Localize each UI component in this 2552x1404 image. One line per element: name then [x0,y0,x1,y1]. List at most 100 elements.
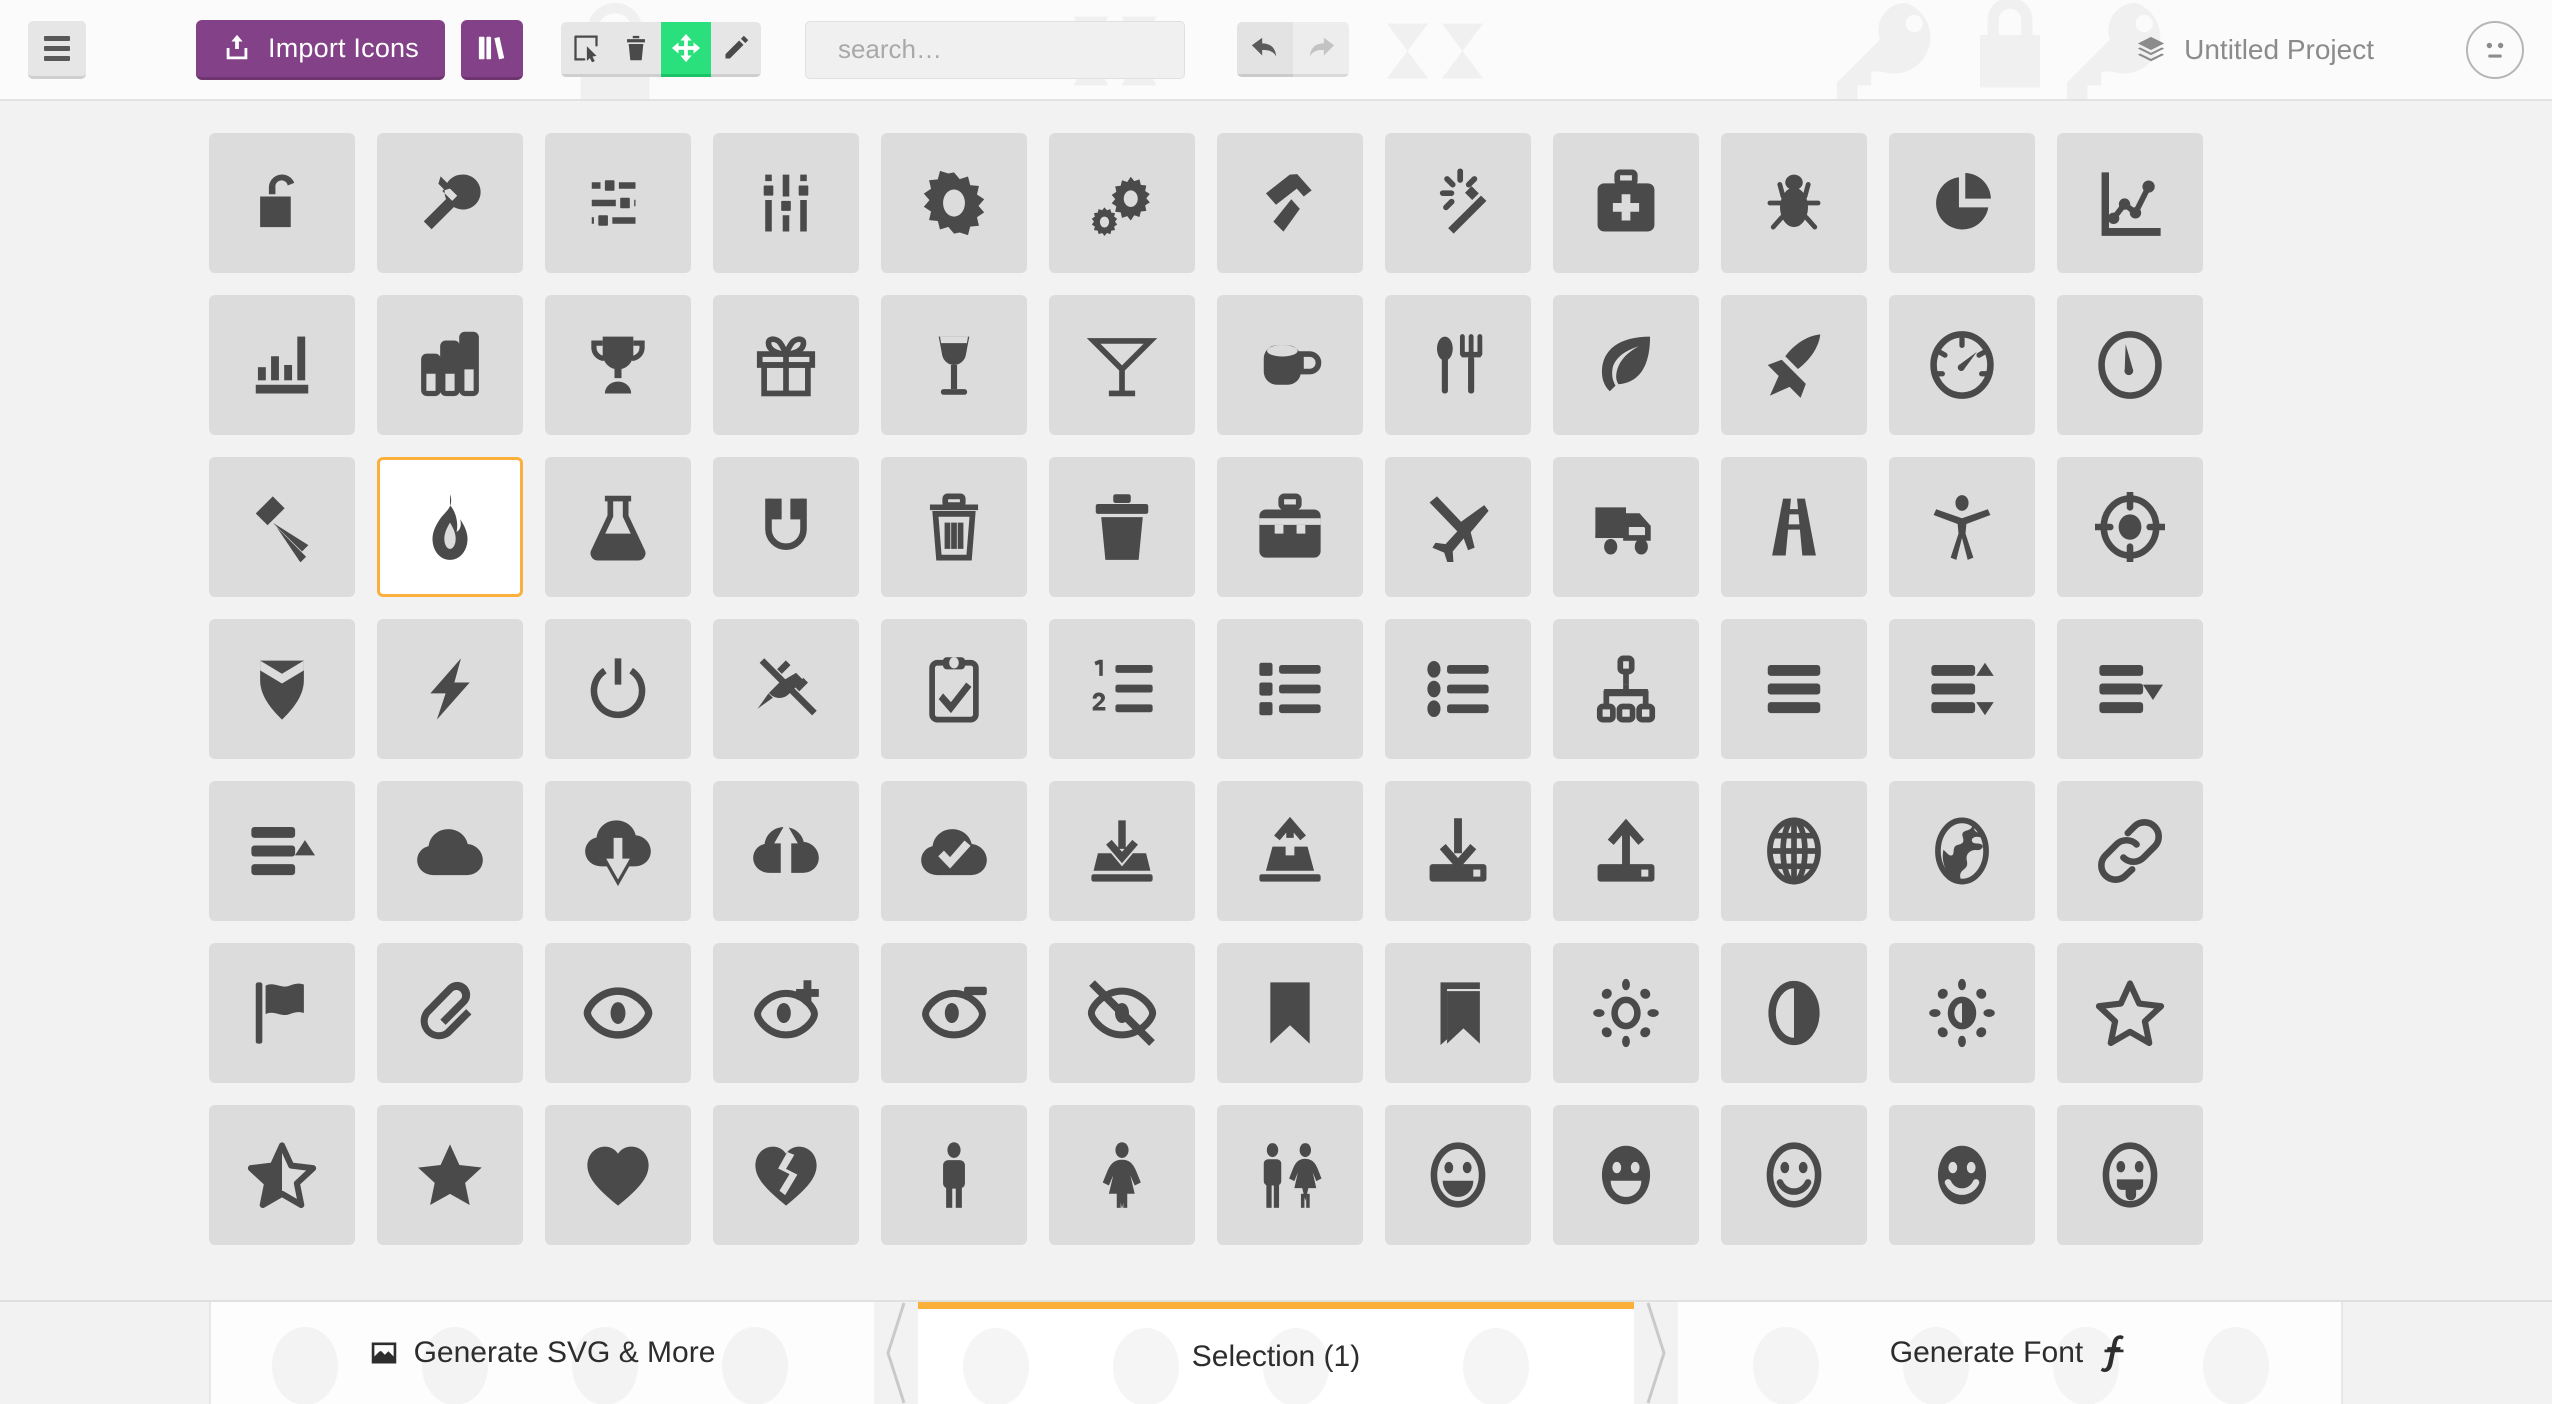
icon-cell-shield[interactable] [209,619,355,759]
icon-library-button[interactable] [460,19,523,80]
icon-cell-magic-wand[interactable] [1385,133,1531,273]
icon-cell-list-2[interactable] [1385,619,1531,759]
icon-cell-power-bolt[interactable] [377,619,523,759]
icon-cell-tongue[interactable] [2057,1105,2203,1245]
icon-cell-sort[interactable] [1889,619,2035,759]
icon-cell-smile-filled[interactable] [1889,1105,2035,1245]
icon-cell-wine-glass[interactable] [881,295,1027,435]
icon-cell-bar-chart-2[interactable] [377,295,523,435]
icon-cell-meter-2[interactable] [2057,295,2203,435]
icon-cell-target[interactable] [2057,457,2203,597]
icon-cell-inbox-download[interactable] [1049,781,1195,921]
icon-cell-magnet[interactable] [713,457,859,597]
icon-cell-eye-blocked[interactable] [1049,943,1195,1083]
icon-cell-download[interactable] [1385,781,1531,921]
icon-cell-cocktail-glass[interactable] [1049,295,1195,435]
icon-cell-accessibility[interactable] [1889,457,2035,597]
icon-cell-eye-minus[interactable] [881,943,1027,1083]
icon-cell-trophy[interactable] [545,295,691,435]
icon-cell-list[interactable] [1217,619,1363,759]
redo-button[interactable] [1292,22,1349,77]
icon-cell-cloud[interactable] [377,781,523,921]
icon-cell-wrench[interactable] [377,133,523,273]
icon-cell-smile[interactable] [1721,1105,1867,1245]
search-box[interactable] [804,20,1185,79]
icon-cell-bookmarks[interactable] [1385,943,1531,1083]
icon-cell-bookmark[interactable] [1217,943,1363,1083]
icon-cell-flag[interactable] [209,943,355,1083]
icon-cell-heart-broken[interactable] [713,1105,859,1245]
menu-button[interactable] [28,20,86,79]
icon-cell-power-cord[interactable] [713,619,859,759]
icon-cell-bin-2[interactable] [1049,457,1195,597]
icon-cell-fire[interactable] [377,457,523,597]
icon-cell-heart[interactable] [545,1105,691,1245]
icon-cell-hammer-2[interactable] [209,457,355,597]
icon-cell-line-chart[interactable] [2057,133,2203,273]
icon-cell-gift[interactable] [713,295,859,435]
selection-tab[interactable]: Selection (1) [918,1302,1634,1404]
icon-cell-lab-flask[interactable] [545,457,691,597]
icon-cell-leaf[interactable] [1553,295,1699,435]
move-tool-button[interactable] [660,22,711,77]
icon-cell-woman[interactable] [1049,1105,1195,1245]
icon-cell-bar-chart[interactable] [209,295,355,435]
icon-cell-truck[interactable] [1553,457,1699,597]
icon-cell-unlock[interactable] [209,133,355,273]
icon-cell-airplane[interactable] [1385,457,1531,597]
icon-cell-cloud-download[interactable] [545,781,691,921]
icon-cell-sort-up[interactable] [209,781,355,921]
icon-cell-cog[interactable] [881,133,1027,273]
generate-svg-tab[interactable]: Generate SVG & More [209,1302,874,1404]
icon-cell-pie-chart[interactable] [1889,133,2035,273]
icon-cell-road[interactable] [1721,457,1867,597]
icon-cell-sliders-vertical[interactable] [713,133,859,273]
icon-cell-clipboard-check[interactable] [881,619,1027,759]
icon-cell-cogs[interactable] [1049,133,1195,273]
icon-cell-eye-plus[interactable] [713,943,859,1083]
icon-cell-star-full[interactable] [377,1105,523,1245]
icon-cell-menu[interactable] [1721,619,1867,759]
icon-cell-sliders-horizontal[interactable] [545,133,691,273]
icon-cell-numbered-list[interactable] [1049,619,1195,759]
search-input[interactable] [837,34,1173,65]
avatar[interactable] [2466,20,2524,79]
icon-cell-eye[interactable] [545,943,691,1083]
import-icons-button[interactable]: Import Icons [196,19,445,80]
icon-cell-smiley[interactable] [1385,1105,1531,1245]
icon-cell-hammer[interactable] [1217,133,1363,273]
icon-cell-earth[interactable] [1889,781,2035,921]
icon-cell-upload[interactable] [1553,781,1699,921]
icon-cell-cloud-check[interactable] [881,781,1027,921]
generate-font-tab[interactable]: Generate Font [1678,1302,2343,1404]
icon-cell-bin[interactable] [881,457,1027,597]
select-tool-button[interactable] [560,22,611,77]
icon-cell-tree[interactable] [1553,619,1699,759]
delete-tool-button[interactable] [610,22,661,77]
icon-cell-contrast[interactable] [1721,943,1867,1083]
edit-tool-button[interactable] [710,22,761,77]
undo-button[interactable] [1236,22,1293,77]
icon-cell-globe[interactable] [1721,781,1867,921]
icon-cell-first-aid-kit[interactable] [1553,133,1699,273]
icon-cell-star-half[interactable] [209,1105,355,1245]
icon-cell-man[interactable] [881,1105,1027,1245]
icon-cell-smiley-filled[interactable] [1553,1105,1699,1245]
icon-cell-briefcase[interactable] [1217,457,1363,597]
icon-cell-inbox-upload[interactable] [1217,781,1363,921]
icon-cell-spoon-fork[interactable] [1385,295,1531,435]
icon-cell-cloud-upload[interactable] [713,781,859,921]
icon-cell-bug[interactable] [1721,133,1867,273]
icon-cell-brightness-medium[interactable] [1553,943,1699,1083]
icon-cell-meter[interactable] [1889,295,2035,435]
icon-cell-sort-down[interactable] [2057,619,2203,759]
icon-cell-star-empty[interactable] [2057,943,2203,1083]
icon-cell-link[interactable] [2057,781,2203,921]
icon-cell-paperclip[interactable] [377,943,523,1083]
icon-cell-man-woman[interactable] [1217,1105,1363,1245]
icon-cell-brightness-contrast[interactable] [1889,943,2035,1083]
icon-cell-rocket[interactable] [1721,295,1867,435]
icon-cell-power-switch[interactable] [545,619,691,759]
icon-cell-coffee-mug[interactable] [1217,295,1363,435]
project-name-button[interactable]: Untitled Project [2136,34,2374,66]
